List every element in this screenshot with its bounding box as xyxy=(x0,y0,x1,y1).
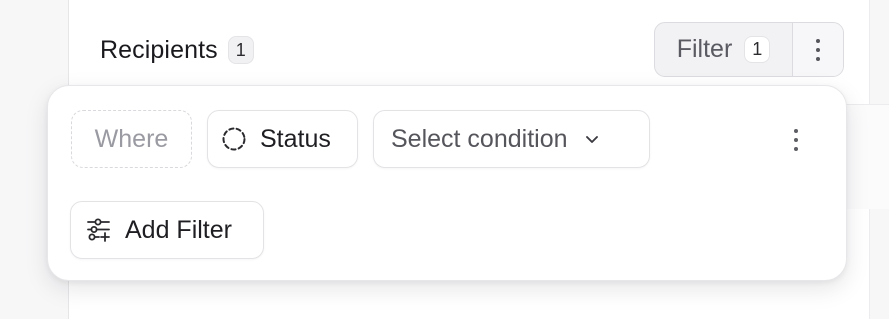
recipients-count-badge: 1 xyxy=(227,36,254,64)
more-vertical-icon xyxy=(794,129,798,151)
condition-select-placeholder: Select condition xyxy=(391,124,568,153)
add-filter-label: Add Filter xyxy=(125,215,232,244)
condition-select[interactable]: Select condition xyxy=(373,110,650,168)
filter-rule-row: Where Status Select condition xyxy=(71,110,650,168)
recipients-header: Recipients 1 xyxy=(100,32,254,68)
sliders-add-icon xyxy=(85,216,113,244)
where-label: Where xyxy=(71,110,192,168)
add-filter-button[interactable]: Add Filter xyxy=(70,201,264,259)
field-select-label: Status xyxy=(260,124,331,153)
filter-more-button[interactable] xyxy=(793,23,843,76)
background-row-strip xyxy=(840,104,889,209)
more-vertical-icon xyxy=(816,38,820,61)
filter-button[interactable]: Filter 1 xyxy=(655,23,793,76)
status-dashed-circle-icon xyxy=(221,126,247,152)
field-select-status[interactable]: Status xyxy=(207,110,358,168)
filter-popover: Where Status Select condition Add Filter xyxy=(47,85,847,281)
rule-more-button[interactable] xyxy=(786,128,806,152)
filter-toolbar: Filter 1 xyxy=(654,22,844,77)
chevron-down-icon xyxy=(584,131,600,147)
page-title: Recipients xyxy=(100,35,218,64)
filter-count-badge: 1 xyxy=(744,36,771,63)
filter-button-label: Filter xyxy=(676,35,733,63)
